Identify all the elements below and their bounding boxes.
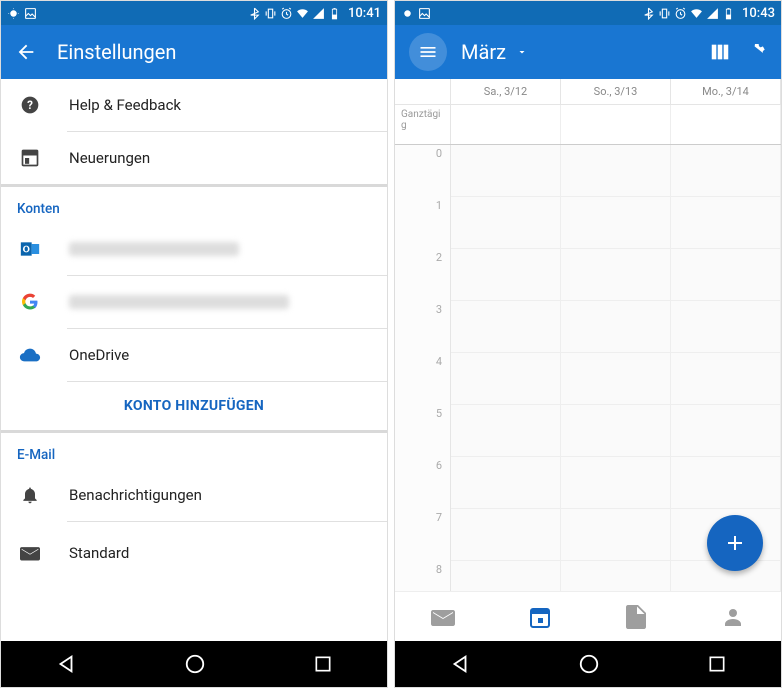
hour-label: 5 xyxy=(395,405,451,457)
bottom-tab-bar xyxy=(395,591,781,641)
hour-label: 2 xyxy=(395,249,451,301)
bell-icon xyxy=(19,485,41,505)
alarm-icon xyxy=(674,7,687,20)
chevron-down-icon xyxy=(516,46,528,58)
tab-mail[interactable] xyxy=(395,592,492,641)
hour-label: 8 xyxy=(395,561,451,591)
signal-icon xyxy=(706,7,719,20)
status-bar: 10:43 xyxy=(395,1,781,25)
view-columns-icon[interactable] xyxy=(709,41,731,63)
onedrive-icon xyxy=(19,347,41,363)
app-bar: Einstellungen xyxy=(1,25,387,79)
allday-label: Ganztägig xyxy=(395,105,451,144)
standard-label: Standard xyxy=(69,544,129,562)
notifications-label: Benachrichtigungen xyxy=(69,486,202,504)
android-nav-bar xyxy=(395,641,781,687)
allday-cell[interactable] xyxy=(671,105,781,144)
svg-text:?: ? xyxy=(27,98,33,112)
hour-label: 4 xyxy=(395,353,451,405)
help-feedback-row[interactable]: ? Help & Feedback xyxy=(1,79,387,131)
whatsnew-row[interactable]: Neuerungen xyxy=(1,132,387,184)
add-event-fab[interactable] xyxy=(707,515,763,571)
wifi-icon xyxy=(296,7,309,20)
account-row-outlook[interactable] xyxy=(1,223,387,275)
calendar-screen: 10:43 März Sa., 3/12 So., 3/13 Mo., 3/14… xyxy=(394,0,782,688)
tab-calendar[interactable] xyxy=(492,592,589,641)
battery-icon xyxy=(722,7,735,20)
back-icon[interactable] xyxy=(15,41,37,63)
day-header[interactable]: Sa., 3/12 xyxy=(451,79,561,104)
account-email-hidden xyxy=(69,242,239,256)
hour-label: 6 xyxy=(395,457,451,509)
plus-icon xyxy=(723,531,747,555)
month-label: März xyxy=(461,40,506,64)
help-label: Help & Feedback xyxy=(69,96,181,114)
outlook-icon xyxy=(19,239,41,259)
alarm-icon xyxy=(280,7,293,20)
account-email-hidden xyxy=(69,295,289,309)
wifi-icon xyxy=(690,7,703,20)
signal-icon xyxy=(312,7,325,20)
hour-label: 1 xyxy=(395,197,451,249)
google-icon xyxy=(19,292,41,312)
android-nav-bar xyxy=(1,641,387,687)
status-time: 10:41 xyxy=(348,6,381,21)
hour-label: 7 xyxy=(395,509,451,561)
tab-people[interactable] xyxy=(685,592,782,641)
vibrate-icon xyxy=(658,7,671,20)
standard-row[interactable]: Standard xyxy=(1,522,387,574)
vibrate-icon xyxy=(264,7,277,20)
status-time: 10:43 xyxy=(742,6,775,21)
calendar-day-header: Sa., 3/12 So., 3/13 Mo., 3/14 xyxy=(395,79,781,105)
hour-label: 3 xyxy=(395,301,451,353)
allday-cell[interactable] xyxy=(451,105,561,144)
section-header-accounts: Konten xyxy=(1,187,387,223)
allday-cell[interactable] xyxy=(561,105,671,144)
section-header-email: E-Mail xyxy=(1,433,387,469)
whatsnew-label: Neuerungen xyxy=(69,149,150,167)
settings-gear-icon[interactable] xyxy=(745,41,767,63)
page-title: Einstellungen xyxy=(57,40,176,64)
image-icon xyxy=(418,7,431,20)
mail-icon xyxy=(19,545,41,561)
nav-recent-icon[interactable] xyxy=(707,654,727,674)
debug-icon xyxy=(401,7,414,20)
settings-screen: 10:41 Einstellungen ? Help & Feedback Ne… xyxy=(0,0,388,688)
allday-row: Ganztägig xyxy=(395,105,781,145)
debug-icon xyxy=(7,7,20,20)
hour-label: 0 xyxy=(395,145,451,197)
bluetooth-icon xyxy=(248,7,261,20)
account-row-google[interactable] xyxy=(1,276,387,328)
nav-back-icon[interactable] xyxy=(449,653,471,675)
nav-back-icon[interactable] xyxy=(55,653,77,675)
bluetooth-icon xyxy=(642,7,655,20)
news-icon xyxy=(19,148,41,168)
notifications-row[interactable]: Benachrichtigungen xyxy=(1,469,387,521)
image-icon xyxy=(24,7,37,20)
settings-list: ? Help & Feedback Neuerungen Konten OneD… xyxy=(1,79,387,641)
menu-button[interactable] xyxy=(409,33,447,71)
account-row-onedrive[interactable]: OneDrive xyxy=(1,329,387,381)
tab-files[interactable] xyxy=(588,592,685,641)
day-header[interactable]: So., 3/13 xyxy=(561,79,671,104)
battery-icon xyxy=(328,7,341,20)
hamburger-icon xyxy=(418,42,438,62)
add-account-button[interactable]: KONTO HINZUFÜGEN xyxy=(1,382,387,430)
month-dropdown[interactable]: März xyxy=(461,40,528,64)
status-bar: 10:41 xyxy=(1,1,387,25)
nav-home-icon[interactable] xyxy=(184,653,206,675)
onedrive-label: OneDrive xyxy=(69,346,129,364)
nav-home-icon[interactable] xyxy=(578,653,600,675)
help-icon: ? xyxy=(19,95,41,115)
nav-recent-icon[interactable] xyxy=(313,654,333,674)
app-bar: März xyxy=(395,25,781,79)
day-header[interactable]: Mo., 3/14 xyxy=(671,79,781,104)
